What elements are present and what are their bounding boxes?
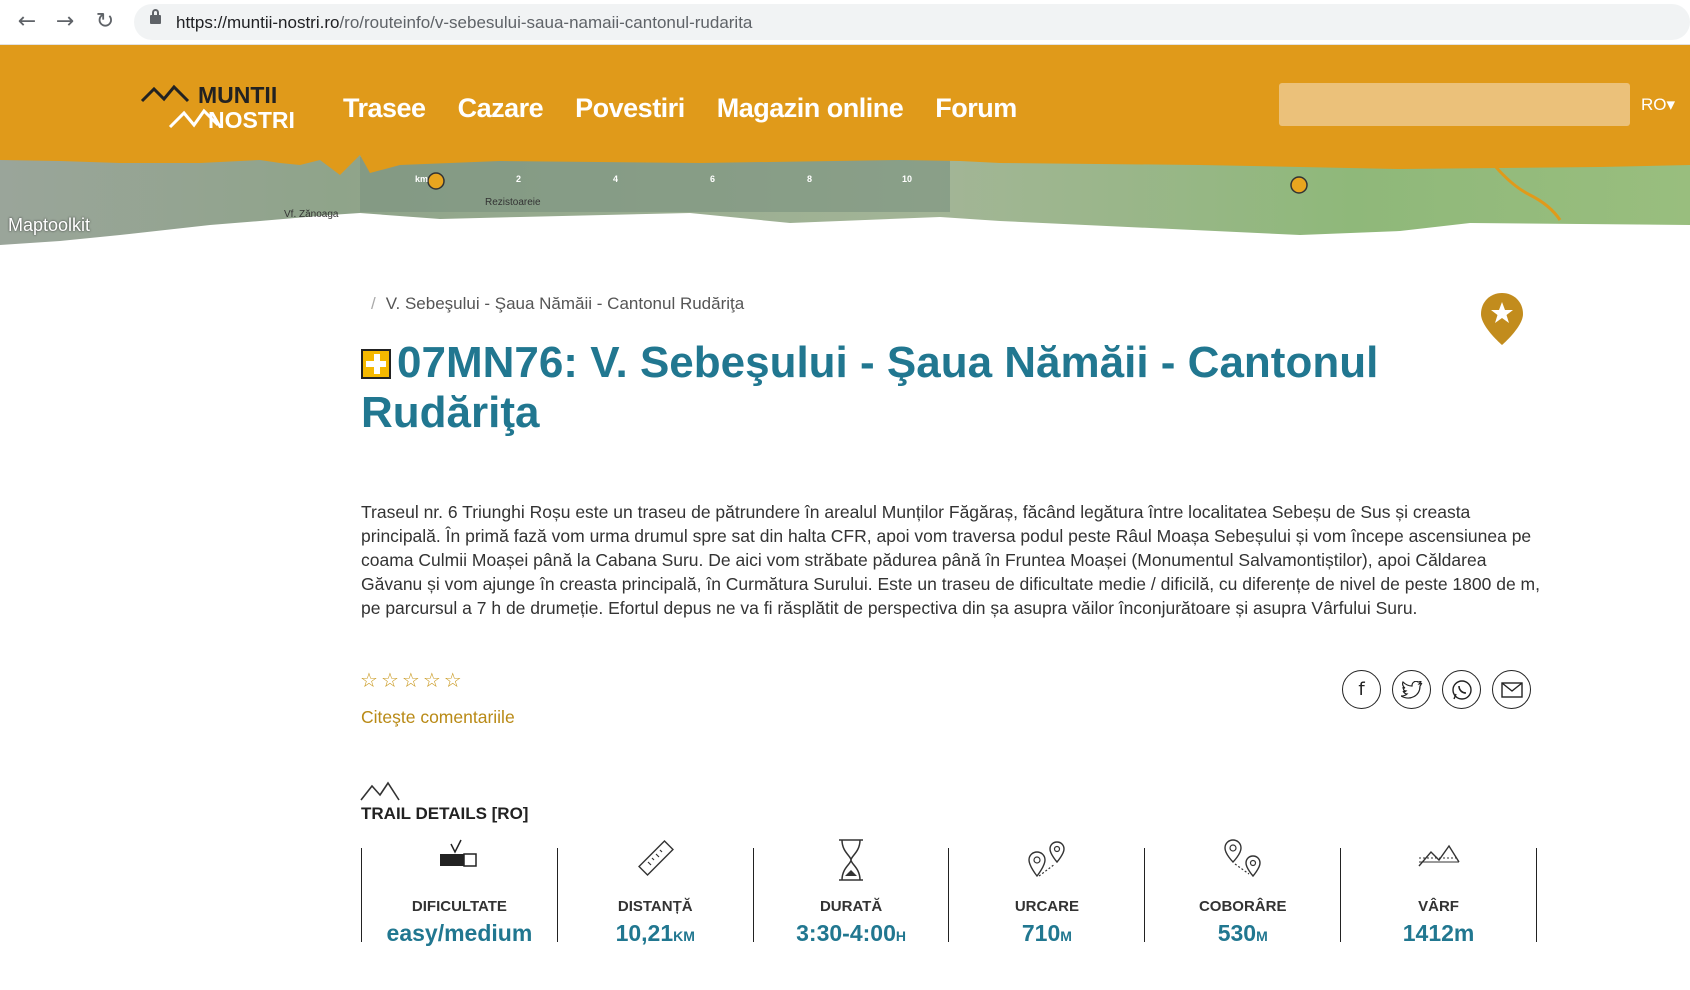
detail-duration: DURATĂ 3:30-4:00H: [754, 839, 950, 946]
detail-label: VÂRF: [1418, 898, 1459, 915]
page-title: 07MN76: V. Sebeşului - Şaua Nămăii - Can…: [361, 338, 1379, 437]
detail-label: DISTANȚĂ: [617, 898, 693, 915]
back-icon[interactable]: ←: [14, 9, 40, 35]
favorite-pin-icon[interactable]: [1479, 291, 1525, 347]
svg-text:MUNTII: MUNTII: [198, 82, 277, 108]
detail-value: 530M: [1217, 920, 1268, 946]
detail-value: 10,21KM: [615, 920, 695, 946]
rating-stars[interactable]: ☆ ☆ ☆ ☆ ☆: [360, 668, 462, 692]
star-icon[interactable]: ☆: [381, 668, 399, 692]
svg-text:NOSTRI: NOSTRI: [208, 107, 295, 133]
star-icon[interactable]: ☆: [444, 668, 462, 692]
read-comments-link[interactable]: Citeşte comentariile: [361, 707, 515, 728]
share-buttons: f: [1342, 670, 1531, 709]
logo-icon[interactable]: MUNTII NOSTRI: [140, 81, 312, 181]
star-icon[interactable]: ☆: [423, 668, 441, 692]
detail-value: 710M: [1021, 920, 1072, 946]
breadcrumb-current[interactable]: V. Sebeşului - Şaua Nămăii - Cantonul Ru…: [386, 294, 744, 313]
menu-item-trasee[interactable]: Trasee: [343, 93, 426, 124]
main-menu: Trasee Cazare Povestiri Magazin online F…: [343, 93, 1017, 124]
forward-icon[interactable]: →: [52, 9, 78, 35]
star-icon[interactable]: ☆: [402, 668, 420, 692]
peak-icon: [1418, 844, 1460, 867]
site-header: MUNTII NOSTRI Trasee Cazare Povestiri Ma…: [0, 45, 1690, 245]
breadcrumb: / V. Sebeşului - Şaua Nămăii - Cantonul R…: [371, 294, 745, 313]
menu-item-magazin[interactable]: Magazin online: [717, 93, 904, 124]
search-input[interactable]: [1279, 83, 1630, 126]
detail-label: DURATĂ: [819, 898, 883, 915]
detail-value: easy/medium: [386, 920, 533, 946]
reload-icon[interactable]: ↻: [92, 9, 118, 35]
detail-label: DIFICULTATE: [411, 898, 507, 915]
star-icon[interactable]: ☆: [360, 668, 378, 692]
lock-icon: [150, 9, 161, 24]
descent-pin-icon: [1224, 839, 1261, 878]
hourglass-icon: [839, 839, 864, 881]
detail-ascent: URCARE 710M: [949, 841, 1146, 946]
email-icon[interactable]: [1492, 670, 1531, 709]
detail-value: 1412m: [1402, 920, 1475, 946]
difficulty-icon: [440, 839, 478, 867]
detail-difficulty: DIFICULTATE easy/medium: [362, 839, 558, 946]
trail-details-grid: DIFICULTATE easy/medium DISTANȚĂ 10,21KM…: [361, 839, 1537, 946]
trail-marker-icon: [361, 349, 391, 379]
menu-item-forum[interactable]: Forum: [935, 93, 1017, 124]
facebook-icon[interactable]: f: [1342, 670, 1381, 709]
language-selector[interactable]: RO▾: [1641, 95, 1675, 115]
detail-distance: DISTANȚĂ 10,21KM: [558, 840, 754, 946]
address-bar[interactable]: https://muntii-nostri.ro/ro/routeinfo/v-…: [134, 4, 1690, 40]
detail-label: COBORÂRE: [1198, 898, 1287, 915]
detail-value: 3:30-4:00H: [796, 920, 906, 946]
twitter-icon[interactable]: [1392, 670, 1431, 709]
route-description: Traseul nr. 6 Triunghi Roșu este un tras…: [361, 502, 1540, 618]
menu-item-povestiri[interactable]: Povestiri: [575, 93, 685, 124]
whatsapp-icon[interactable]: [1442, 670, 1481, 709]
browser-toolbar: ← → ↻ https://muntii-nostri.ro/ro/routei…: [0, 0, 1690, 45]
menu-item-cazare[interactable]: Cazare: [458, 93, 544, 124]
url-text: https://muntii-nostri.ro/ro/routeinfo/v-…: [176, 13, 753, 32]
ruler-icon: [638, 840, 675, 876]
mountain-icon: [360, 781, 400, 801]
ascent-pin-icon: [1028, 841, 1065, 878]
detail-peak: VÂRF 1412m: [1341, 844, 1537, 946]
map-credit: Maptoolkit: [8, 215, 91, 235]
detail-label: URCARE: [1014, 898, 1079, 915]
detail-descent: COBORÂRE 530M: [1145, 839, 1342, 946]
trail-details-heading: TRAIL DETAILS [RO]: [361, 804, 529, 823]
